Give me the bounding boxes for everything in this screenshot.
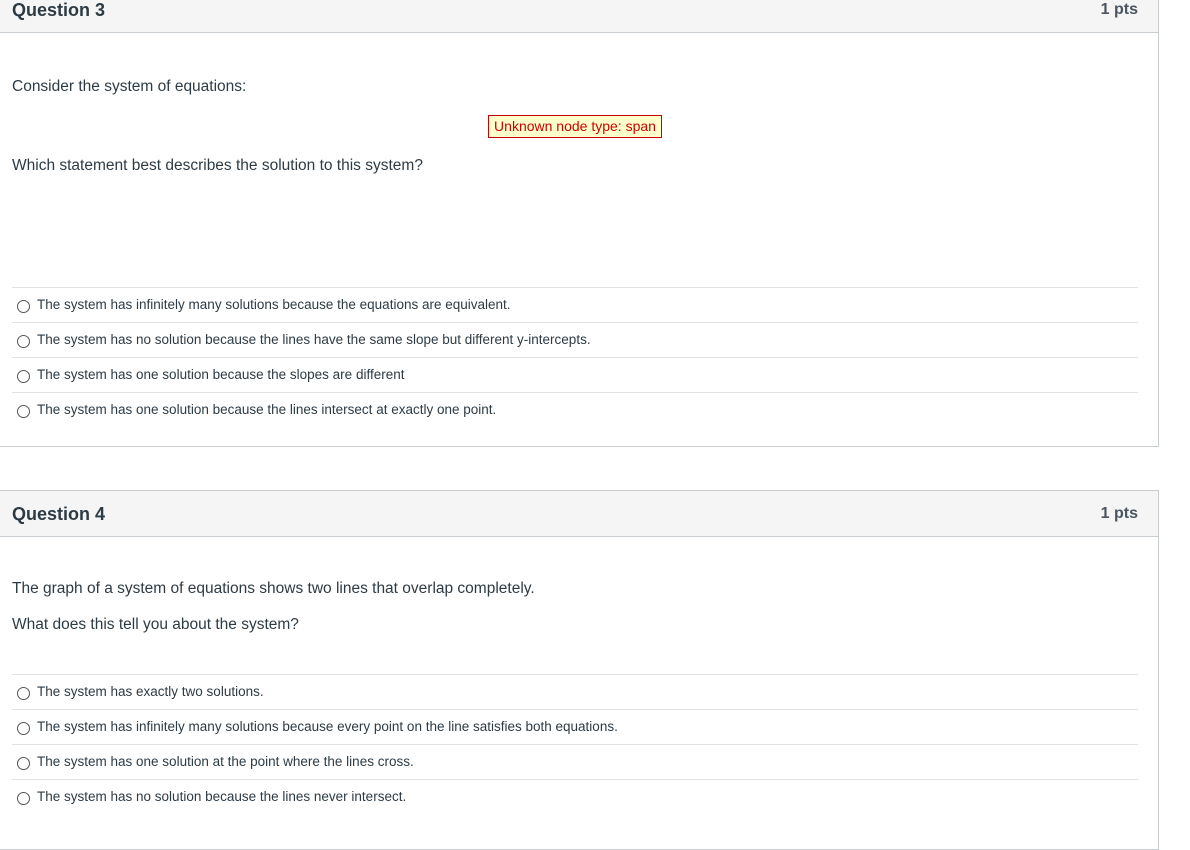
answer-option[interactable]: The system has infinitely many solutions… — [12, 709, 1138, 744]
question-points: 1 pts — [1100, 505, 1138, 522]
answer-label[interactable]: The system has no solution because the l… — [37, 330, 591, 350]
radio-button[interactable] — [17, 757, 30, 770]
radio-button[interactable] — [17, 687, 30, 700]
question-points: 1 pts — [1100, 1, 1138, 18]
radio-button[interactable] — [17, 370, 30, 383]
answer-label[interactable]: The system has one solution at the point… — [37, 752, 414, 772]
answer-option[interactable]: The system has no solution because the l… — [12, 779, 1138, 814]
question-prompt: Consider the system of equations: — [12, 78, 247, 95]
radio-button[interactable] — [17, 792, 30, 805]
radio-button[interactable] — [17, 300, 30, 313]
question-title: Question 3 — [12, 0, 106, 20]
answer-label[interactable]: The system has infinitely many solutions… — [37, 295, 511, 315]
answer-label[interactable]: The system has one solution because the … — [37, 365, 404, 385]
answer-list: The system has exactly two solutions. Th… — [12, 674, 1138, 814]
answer-option[interactable]: The system has one solution because the … — [12, 357, 1138, 392]
answer-label[interactable]: The system has one solution because the … — [37, 400, 496, 420]
answer-option[interactable]: The system has exactly two solutions. — [12, 674, 1138, 709]
question-prompt: The graph of a system of equations shows… — [12, 580, 535, 597]
question-text: Which statement best describes the solut… — [12, 157, 423, 174]
answer-label[interactable]: The system has exactly two solutions. — [37, 682, 264, 702]
answer-option[interactable]: The system has infinitely many solutions… — [12, 287, 1138, 322]
radio-button[interactable] — [17, 335, 30, 348]
answer-option[interactable]: The system has one solution because the … — [12, 392, 1138, 427]
render-error-box: Unknown node type: span — [488, 115, 662, 138]
radio-button[interactable] — [17, 722, 30, 735]
question-title: Question 4 — [12, 504, 106, 524]
question-card-3: Question 3 1 pts Consider the system of … — [0, 0, 1159, 447]
question-text: What does this tell you about the system… — [12, 616, 299, 633]
question-card-4: Question 4 1 pts The graph of a system o… — [0, 490, 1159, 850]
answer-label[interactable]: The system has no solution because the l… — [37, 787, 406, 807]
answer-list: The system has infinitely many solutions… — [12, 287, 1138, 427]
answer-option[interactable]: The system has one solution at the point… — [12, 744, 1138, 779]
answer-label[interactable]: The system has infinitely many solutions… — [37, 717, 618, 737]
question-header: Question 3 1 pts — [0, 0, 1158, 33]
radio-button[interactable] — [17, 405, 30, 418]
answer-option[interactable]: The system has no solution because the l… — [12, 322, 1138, 357]
question-header: Question 4 1 pts — [0, 491, 1158, 537]
